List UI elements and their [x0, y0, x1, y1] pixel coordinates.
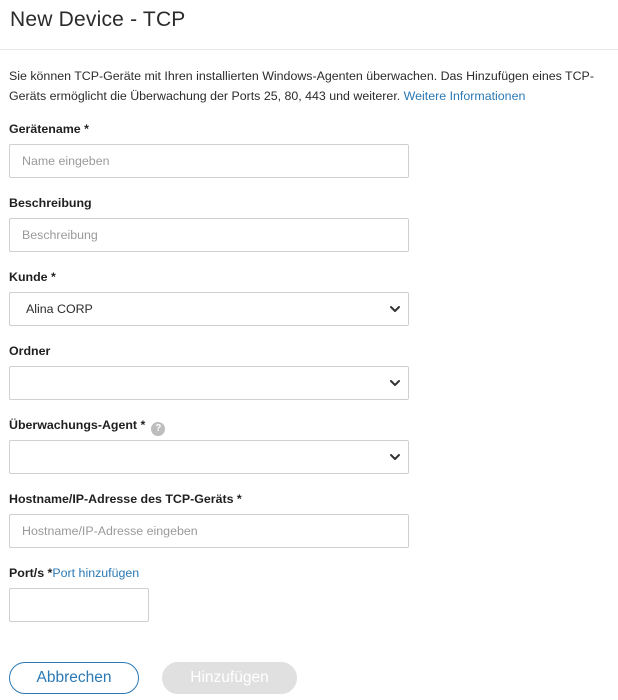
agent-label-text: Überwachungs-Agent * [9, 418, 146, 432]
description-label: Beschreibung [9, 196, 92, 210]
more-info-link[interactable]: Weitere Informationen [404, 89, 526, 103]
add-button[interactable]: Hinzufügen [162, 662, 297, 694]
agent-select[interactable] [9, 440, 409, 474]
hostname-field [9, 514, 409, 548]
ports-label: Port/s *Port hinzufügen [9, 565, 139, 581]
add-port-link[interactable]: Port hinzufügen [52, 566, 139, 580]
customer-label: Kunde * [9, 270, 56, 284]
device-name-input[interactable] [10, 145, 408, 177]
chevron-down-icon [390, 380, 400, 386]
intro-text: Sie können TCP-Geräte mit Ihren installi… [9, 66, 615, 106]
hostname-label: Hostname/IP-Adresse des TCP-Geräts * [9, 492, 242, 506]
customer-selected-value: Alina CORP [26, 302, 93, 316]
description-input[interactable] [10, 219, 408, 251]
agent-label: Überwachungs-Agent *? [9, 417, 166, 436]
question-circle-icon[interactable]: ? [151, 422, 166, 436]
ports-label-text: Port/s * [9, 566, 53, 580]
device-name-label: Gerätename * [9, 122, 89, 136]
folder-label: Ordner [9, 344, 51, 358]
device-name-field [9, 144, 409, 178]
customer-select[interactable]: Alina CORP [9, 292, 409, 326]
chevron-down-icon [390, 454, 400, 460]
page-title: New Device - TCP [10, 8, 186, 31]
hostname-input[interactable] [10, 515, 408, 547]
description-field [9, 218, 409, 252]
page-header: New Device - TCP [0, 0, 618, 50]
cancel-button[interactable]: Abbrechen [9, 662, 139, 694]
chevron-down-icon [390, 306, 400, 312]
port-field [9, 588, 149, 622]
port-input[interactable] [10, 589, 148, 621]
folder-select[interactable] [9, 366, 409, 400]
